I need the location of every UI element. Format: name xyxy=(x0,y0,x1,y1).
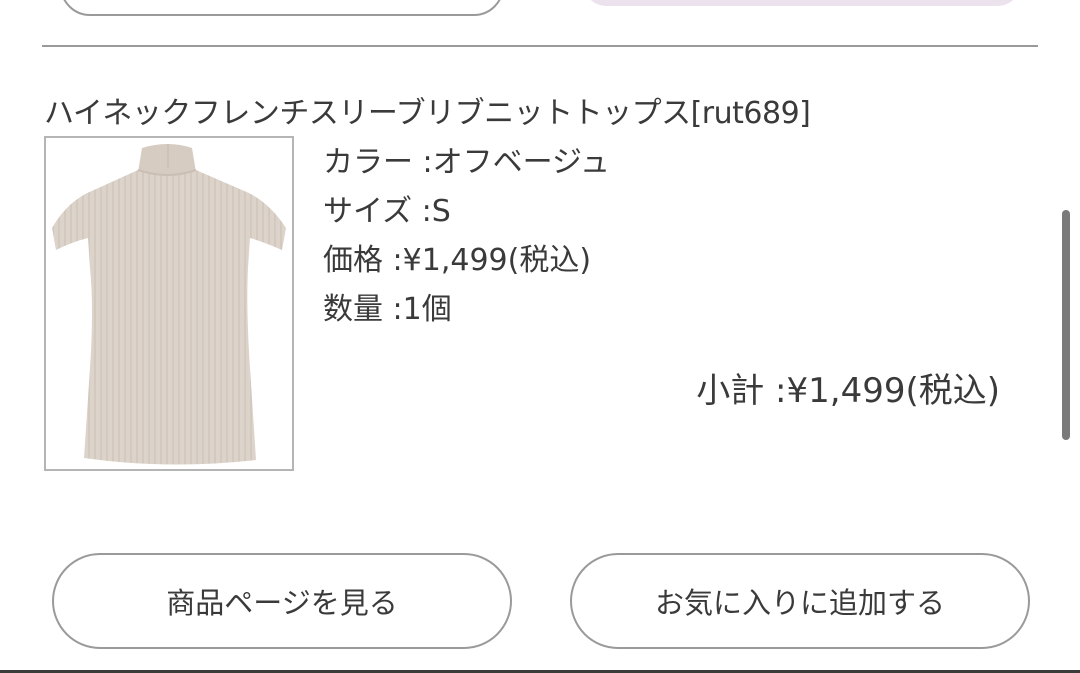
product-details: カラー :オフベージュ サイズ :S 価格 :¥1,499(税込) 数量 :1個 xyxy=(323,138,610,334)
subtotal: 小計 :¥1,499(税込) xyxy=(696,371,1000,411)
scrollbar[interactable] xyxy=(1062,210,1070,440)
product-image[interactable] xyxy=(44,136,294,471)
item-divider xyxy=(42,45,1038,47)
view-product-button[interactable]: 商品ページを見る xyxy=(52,553,512,649)
quantity-line: 数量 :1個 xyxy=(323,292,452,327)
product-title[interactable]: ハイネックフレンチスリーブリブニットトップス[rut689] xyxy=(44,94,811,134)
color-line: カラー :オフベージュ xyxy=(323,145,610,180)
previous-item-accent-button[interactable] xyxy=(582,0,1022,6)
size-line: サイズ :S xyxy=(323,194,451,229)
previous-item-button[interactable] xyxy=(60,0,504,16)
add-favorite-label: お気に入りに追加する xyxy=(654,586,945,620)
cart-page: ハイネックフレンチスリーブリブニットトップス[rut689] カラー :オフベー… xyxy=(0,0,1080,673)
knit-top-image-icon xyxy=(52,144,286,465)
price-line: 価格 :¥1,499(税込) xyxy=(323,243,592,278)
view-product-label: 商品ページを見る xyxy=(166,586,398,620)
add-favorite-button[interactable]: お気に入りに追加する xyxy=(570,553,1030,649)
